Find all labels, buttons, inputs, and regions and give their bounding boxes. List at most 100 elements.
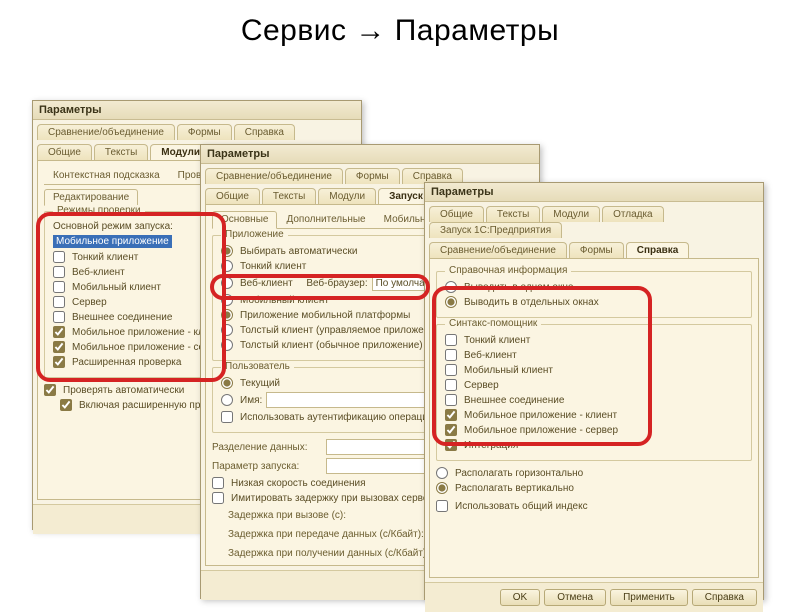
legend-app: Приложение [221,229,288,240]
radio-thin[interactable] [221,260,233,272]
tab-modules[interactable]: Модули [318,188,376,204]
syntax-check-7[interactable] [445,439,457,451]
mode-label-7: Расширенная проверка [72,357,181,368]
legend-user: Пользователь [221,361,294,372]
syntax-check-6[interactable] [445,424,457,436]
tab-texts[interactable]: Тексты [94,144,148,160]
tab-launch[interactable]: Запуск 1С:Предприятия [429,222,562,238]
label-sim-delay: Имитировать задержку при вызовах сервера [231,493,440,504]
mode-check-6[interactable] [53,341,65,353]
check-low-speed[interactable] [212,477,224,489]
launch-mode-value[interactable]: Мобильное приложение [53,235,172,248]
radio-mobile-platform[interactable] [221,309,233,321]
tab-general[interactable]: Общие [37,144,92,160]
apply-button[interactable]: Применить [610,589,688,606]
radio-user-name[interactable] [221,394,233,406]
cancel-button[interactable]: Отмена [544,589,606,606]
tab-forms[interactable]: Формы [345,168,400,184]
label-use-index: Использовать общий индекс [455,501,588,512]
syntax-check-1[interactable] [445,349,457,361]
subtab-main[interactable]: Основные [212,211,277,229]
radio-mobile-client[interactable] [221,294,233,306]
check-sim-delay[interactable] [212,492,224,504]
syntax-check-3[interactable] [445,379,457,391]
check-os-auth[interactable] [221,411,233,423]
syntax-label-0: Тонкий клиент [464,335,530,346]
mode-check-0[interactable] [53,251,65,263]
group-help-info: Справочная информация Выводить в одном о… [436,271,752,318]
split-label: Разделение данных: [212,442,322,453]
label-each-window: Выводить в отдельных окнах [464,297,599,308]
mode-check-5[interactable] [53,326,65,338]
tab-row-1: Сравнение/объединение Формы Справка [33,120,361,140]
mode-check-1[interactable] [53,266,65,278]
syntax-check-5[interactable] [445,409,457,421]
mode-label-2: Мобильный клиент [72,282,161,293]
label-delay-recv: Задержка при получении данных (с/Кбайт): [228,548,429,559]
group-syntax-helper: Синтакс-помощник Тонкий клиентВеб-клиент… [436,324,752,461]
tab-modules[interactable]: Модули [542,206,600,222]
label-arrange-h: Располагать горизонтально [455,468,583,479]
tab-general[interactable]: Общие [429,206,484,222]
window-title: Параметры [33,101,361,120]
launch-mode-label: Основной режим запуска: [53,221,173,232]
window-title: Параметры [201,145,539,164]
syntax-check-0[interactable] [445,334,457,346]
mode-check-2[interactable] [53,281,65,293]
tab-help[interactable]: Справка [626,242,690,258]
radio-auto-select[interactable] [221,245,233,257]
check-ext[interactable] [60,399,72,411]
tab-compare[interactable]: Сравнение/объединение [429,242,567,258]
params-window-3: Параметры Общие Тексты Модули Отладка За… [424,182,764,600]
mode-label-4: Внешнее соединение [72,312,172,323]
tab-help[interactable]: Справка [234,124,295,140]
syntax-label-5: Мобильное приложение - клиент [464,410,617,421]
label-mobile-client: Мобильный клиент [240,295,329,306]
syntax-check-4[interactable] [445,394,457,406]
subtab-extra[interactable]: Дополнительные [277,211,374,228]
tab-compare[interactable]: Сравнение/объединение [205,168,343,184]
label-arrange-v: Располагать вертикально [455,483,574,494]
radio-thick-ordinary[interactable] [221,339,233,351]
check-use-index[interactable] [436,500,448,512]
label-low-speed: Низкая скорость соединения [231,478,366,489]
label-thin: Тонкий клиент [240,261,306,272]
subtab-edit[interactable]: Редактирование [44,189,138,206]
syntax-label-3: Сервер [464,380,499,391]
launch-param-label: Параметр запуска: [212,461,322,472]
mode-check-7[interactable] [53,356,65,368]
label-thick-managed: Толстый клиент (управляемое приложение) [240,325,444,336]
legend-help-info: Справочная информация [445,265,571,276]
help-button[interactable]: Справка [692,589,757,606]
radio-each-window[interactable] [445,296,457,308]
mode-label-0: Тонкий клиент [72,252,138,263]
ok-button[interactable]: OK [500,589,540,606]
radio-web[interactable] [221,277,233,289]
tab-forms[interactable]: Формы [569,242,624,258]
tab-texts[interactable]: Тексты [486,206,540,222]
mode-check-3[interactable] [53,296,65,308]
tab-compare[interactable]: Сравнение/объединение [37,124,175,140]
web-browser-label: Веб-браузер: [306,278,367,289]
window-title: Параметры [425,183,763,202]
subtab-context[interactable]: Контекстная подсказка [44,167,169,184]
legend-syntax: Синтакс-помощник [445,318,541,329]
syntax-label-6: Мобильное приложение - сервер [464,425,618,436]
tab-texts[interactable]: Тексты [262,188,316,204]
tab-debug[interactable]: Отладка [602,206,664,222]
syntax-check-2[interactable] [445,364,457,376]
radio-thick-managed[interactable] [221,324,233,336]
label-user-name: Имя: [240,395,262,406]
radio-user-current[interactable] [221,377,233,389]
slide-title: Сервис → Параметры [0,14,800,48]
syntax-label-1: Веб-клиент [464,350,517,361]
radio-arrange-v[interactable] [436,482,448,494]
check-auto-label: Проверять автоматически [63,385,184,396]
label-web: Веб-клиент [240,278,293,289]
radio-arrange-h[interactable] [436,467,448,479]
tab-forms[interactable]: Формы [177,124,232,140]
radio-one-window[interactable] [445,281,457,293]
check-auto[interactable] [44,384,56,396]
mode-check-4[interactable] [53,311,65,323]
tab-general[interactable]: Общие [205,188,260,204]
